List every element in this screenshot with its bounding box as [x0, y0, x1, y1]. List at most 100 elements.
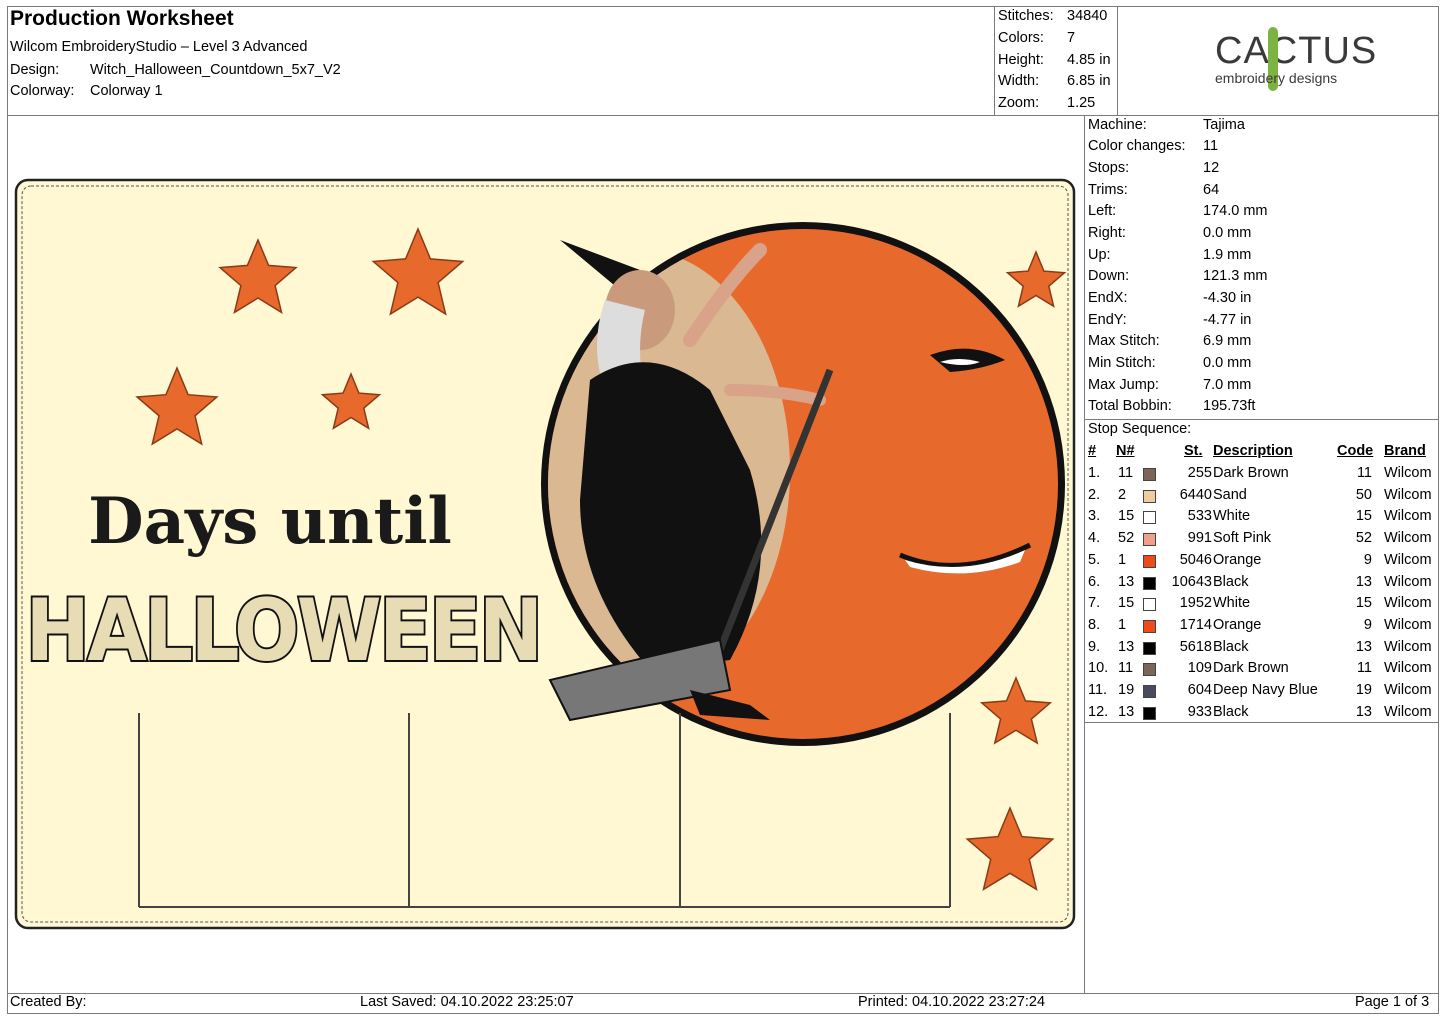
stop-sequence-row: 4. 52 991 Soft Pink 52 Wilcom — [1088, 530, 1438, 551]
mstat-label: Max Jump: — [1088, 377, 1159, 393]
row-description: White — [1213, 595, 1251, 612]
color-swatch — [1143, 706, 1156, 720]
footer-last-saved: Last Saved: 04.10.2022 23:25:07 — [360, 994, 574, 1010]
machine-stat: Min Stitch: 0.0 mm — [1088, 355, 1251, 371]
design-preview: Days until HALLOWEEN — [14, 178, 1076, 930]
row-num: 9. — [1088, 638, 1101, 655]
row-code: 13 — [1355, 638, 1372, 655]
sidebar-divider — [1084, 115, 1085, 994]
machine-stat: Max Jump: 7.0 mm — [1088, 377, 1251, 393]
color-swatch — [1143, 576, 1156, 590]
mstat-label: Min Stitch: — [1088, 355, 1156, 371]
mstat-label: Down: — [1088, 268, 1130, 284]
row-stitches: 10643 — [1171, 573, 1212, 590]
mstat-label: Up: — [1088, 247, 1111, 263]
row-num: 2. — [1088, 486, 1101, 503]
row-stitches: 5618 — [1179, 638, 1212, 655]
color-swatch — [1143, 685, 1156, 698]
mstat-value: 12 — [1203, 160, 1220, 176]
row-n: 15 — [1118, 508, 1135, 525]
mstat-value: 64 — [1203, 182, 1220, 198]
frame-bottom — [7, 1013, 1439, 1014]
mstat-label: Left: — [1088, 203, 1117, 219]
col-code: Code — [1337, 443, 1374, 459]
row-stitches: 255 — [1187, 465, 1212, 481]
stop-sequence-row: 10. 11 109 Dark Brown 11 Wilcom — [1088, 660, 1438, 681]
mstat-value: 1.9 mm — [1203, 247, 1252, 263]
mstat-value: 0.0 mm — [1203, 355, 1252, 371]
color-swatch — [1143, 489, 1156, 503]
row-code: 50 — [1355, 486, 1372, 503]
row-brand: Wilcom — [1384, 486, 1432, 503]
row-stitches: 991 — [1187, 530, 1212, 547]
design-text-days-until: Days until — [88, 484, 452, 559]
footer-printed: Printed: 04.10.2022 23:27:24 — [858, 994, 1046, 1010]
row-n: 13 — [1118, 573, 1135, 590]
row-n: 19 — [1118, 682, 1135, 698]
row-n: 52 — [1118, 530, 1135, 547]
mstat-value: -4.30 in — [1203, 290, 1252, 306]
row-num: 6. — [1088, 573, 1101, 590]
row-num: 10. — [1088, 660, 1109, 677]
stop-sequence-row: 8. 1 1714 Orange 9 Wilcom — [1088, 617, 1438, 638]
row-description: Soft Pink — [1213, 530, 1272, 547]
row-num: 11. — [1088, 682, 1108, 698]
stop-sequence-title: Stop Sequence: — [1088, 421, 1192, 437]
row-code: 52 — [1355, 530, 1372, 547]
stop-sequence-row: 6. 13 10643 Black 13 Wilcom — [1088, 574, 1438, 595]
stop-sequence-row: 2. 2 6440 Sand 50 Wilcom — [1088, 487, 1438, 508]
color-swatch — [1143, 598, 1156, 612]
footer-page: Page 1 of 3 — [1355, 994, 1430, 1010]
row-num: 5. — [1088, 551, 1101, 568]
row-code: 15 — [1355, 595, 1372, 612]
row-n: 1 — [1118, 551, 1127, 568]
machine-stat: Machine: Tajima — [1088, 117, 1245, 133]
stop-sequence-row: 5. 1 5046 Orange 9 Wilcom — [1088, 552, 1438, 573]
col-num: # — [1088, 443, 1097, 459]
color-swatch — [1143, 619, 1156, 633]
row-brand: Wilcom — [1384, 595, 1432, 612]
machine-stat: Trims: 64 — [1088, 182, 1219, 198]
row-description: Black — [1213, 703, 1249, 720]
frame-right — [1438, 6, 1439, 1014]
row-brand: Wilcom — [1384, 530, 1432, 547]
mstat-value: 174.0 mm — [1203, 203, 1268, 219]
cactus-logo: CACTUS — [1215, 30, 1378, 72]
mstat-value: -4.77 in — [1203, 312, 1252, 328]
stop-sequence-row: 1. 11 255 Dark Brown 11 Wilcom — [1088, 465, 1438, 486]
row-num: 12. — [1088, 703, 1109, 720]
row-code: 15 — [1355, 508, 1372, 525]
row-description: Orange — [1213, 616, 1262, 633]
col-n: N# — [1116, 443, 1135, 459]
machine-stat: Up: 1.9 mm — [1088, 247, 1251, 263]
row-brand: Wilcom — [1384, 551, 1432, 568]
row-n: 11 — [1118, 660, 1134, 677]
stats-divider-right — [1117, 6, 1118, 116]
row-code: 19 — [1355, 682, 1372, 698]
stop-sequence-row: 12. 13 933 Black 13 Wilcom — [1088, 704, 1438, 725]
row-stitches: 933 — [1187, 703, 1212, 720]
row-stitches: 6440 — [1179, 486, 1212, 503]
footer-divider — [7, 993, 1439, 994]
row-stitches: 109 — [1187, 660, 1212, 677]
machine-stat: Left: 174.0 mm — [1088, 203, 1267, 219]
row-brand: Wilcom — [1384, 616, 1432, 633]
col-brand: Brand — [1384, 443, 1426, 459]
row-n: 13 — [1118, 703, 1135, 720]
row-num: 8. — [1088, 616, 1101, 633]
mstat-value: 11 — [1203, 138, 1219, 154]
color-swatch — [1143, 468, 1156, 481]
row-code: 9 — [1363, 551, 1372, 568]
mstat-label: Trims: — [1088, 182, 1128, 198]
row-n: 11 — [1118, 465, 1134, 481]
machine-stat: EndY: -4.77 in — [1088, 312, 1251, 328]
row-brand: Wilcom — [1384, 638, 1432, 655]
machine-stat: Down: 121.3 mm — [1088, 268, 1267, 284]
row-stitches: 1714 — [1179, 616, 1212, 633]
row-description: Sand — [1213, 486, 1247, 503]
row-stitches: 5046 — [1179, 551, 1212, 568]
machine-stat: Right: 0.0 mm — [1088, 225, 1251, 241]
cactus-logo-subtitle: embroidery designs — [1215, 70, 1338, 86]
row-brand: Wilcom — [1384, 682, 1432, 698]
row-num: 3. — [1088, 508, 1101, 525]
